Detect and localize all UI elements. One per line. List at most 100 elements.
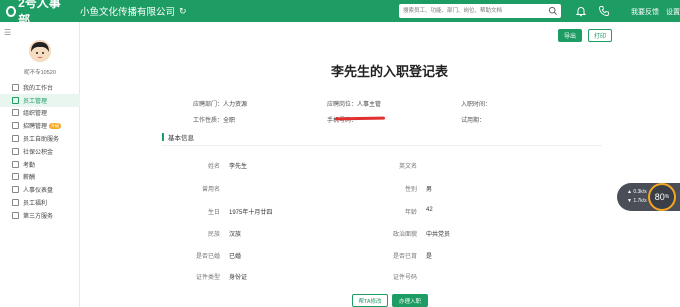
section-basic-info: 基本信息 — [162, 132, 194, 142]
upload-speed: ▲ 0.3k/s — [627, 189, 647, 195]
birthday-value: 1975年十月廿四 — [229, 210, 273, 216]
gender-label: 性别 — [404, 187, 417, 193]
sidebar-item-label: 员工管理 — [23, 98, 48, 105]
probation-info: 试用期： — [461, 115, 485, 124]
position-label: 应聘岗位： — [327, 102, 358, 108]
sidebar-item-dashboard[interactable]: 人事仪表盘 — [0, 183, 80, 196]
sidebar-item-label: 薪酬 — [23, 175, 36, 182]
sidebar-item-label: 社保公积金 — [23, 149, 54, 156]
memory-usage-value: 80 — [654, 192, 665, 202]
download-speed: ▼ 1.7k/s — [627, 198, 647, 204]
position-info: 应聘岗位：人事主管 — [327, 99, 381, 108]
sidebar-item-label: 招聘管理 — [23, 124, 48, 131]
sidebar-item-label: 员工自助服务 — [23, 137, 60, 144]
work-nature-label: 工作性质： — [193, 118, 224, 124]
id-type-label: 证件类型 — [195, 275, 220, 281]
search-input[interactable] — [403, 5, 543, 17]
sidebar-item-benefits[interactable]: 员工福利 — [0, 196, 80, 209]
switch-company-icon[interactable]: ↻ — [179, 6, 187, 17]
network-speed-widget[interactable]: ▲ 0.3k/s ▼ 1.7k/s 80% — [617, 183, 680, 211]
age-label: 年龄 — [404, 210, 417, 216]
sidebar-item-organization[interactable]: 组织管理 — [0, 107, 80, 120]
sidebar-item-third-party[interactable]: 第三方服务 — [0, 209, 80, 222]
sidebar-item-self-service[interactable]: 员工自助服务 — [0, 132, 80, 145]
recruitment-icon — [12, 122, 19, 130]
sidebar-item-label: 员工福利 — [23, 201, 48, 208]
sidebar-item-workbench[interactable]: 我的工作台 — [0, 81, 80, 94]
political-status-value: 中共党员 — [426, 232, 451, 238]
sidebar-menu: 我的工作台 员工管理 组织管理 招聘管理 升级 员工自助服务 社保公积金 考勤 — [0, 81, 80, 222]
children-value: 是 — [426, 254, 433, 260]
sidebar-item-social-security[interactable]: 社保公积金 — [0, 145, 80, 158]
organization-icon — [12, 109, 19, 117]
sidebar-item-attendance[interactable]: 考勤 — [0, 158, 80, 171]
married-value: 已婚 — [229, 254, 242, 260]
logo-mark-icon — [6, 5, 17, 17]
id-number-label: 证件号码 — [392, 275, 417, 281]
entry-time-info: 入职时间： — [461, 99, 491, 108]
id-type-value: 身份证 — [229, 275, 248, 281]
sidebar-item-label: 考勤 — [23, 162, 36, 169]
memory-usage-ring: 80% — [648, 183, 676, 211]
work-nature-info: 工作性质：全职 — [193, 115, 235, 124]
sidebar-item-label: 组织管理 — [23, 111, 48, 118]
birthday-label: 生日 — [207, 210, 220, 216]
political-status-label: 政治面貌 — [392, 232, 417, 238]
upgrade-badge: 升级 — [49, 122, 62, 129]
attendance-icon — [12, 160, 19, 168]
download-speed-unit: k/s — [640, 198, 647, 204]
sidebar: ☰ 昵不专10520 我的工作台 员工管理 组织管理 招聘管理 升级 员工自助服… — [0, 22, 80, 307]
avatar-face-icon — [29, 40, 51, 62]
english-name-label: 英文名 — [398, 164, 417, 170]
search-icon[interactable] — [548, 6, 558, 16]
children-label: 是否已育 — [392, 254, 417, 260]
percent-sign: % — [664, 194, 670, 200]
dashboard-icon — [12, 186, 19, 194]
redaction-mark — [334, 116, 386, 121]
ethnicity-label: 民族 — [207, 232, 220, 238]
name-label: 姓名 — [207, 164, 220, 170]
sidebar-item-label: 我的工作台 — [23, 85, 54, 92]
avatar[interactable] — [29, 40, 51, 62]
ethnicity-value: 汉族 — [229, 232, 242, 238]
phone-icon[interactable] — [598, 5, 610, 17]
search-box[interactable] — [399, 4, 561, 18]
export-button[interactable]: 导出 — [558, 29, 582, 42]
employees-icon — [12, 96, 19, 104]
sidebar-item-label: 第三方服务 — [23, 213, 54, 220]
upload-speed-unit: k/s — [640, 189, 647, 195]
dept-label: 应聘部门： — [193, 102, 224, 108]
sidebar-item-recruitment[interactable]: 招聘管理 升级 — [0, 119, 80, 132]
settings-link[interactable]: 设置 — [666, 7, 680, 17]
dept-value: 人力资源 — [223, 102, 248, 108]
workbench-icon — [12, 83, 19, 91]
main-content: 导出 打印 李先生的入职登记表 应聘部门：人力资源 应聘岗位：人事主管 入职时间… — [81, 22, 680, 307]
bell-icon[interactable] — [575, 5, 587, 17]
payroll-icon — [12, 173, 19, 181]
work-nature-value: 全职 — [223, 118, 236, 124]
married-label: 是否已婚 — [195, 254, 220, 260]
dept-info: 应聘部门：人力资源 — [193, 99, 247, 108]
sidebar-item-payroll[interactable]: 薪酬 — [0, 171, 80, 184]
sidebar-item-label: 人事仪表盘 — [23, 188, 54, 195]
print-button[interactable]: 打印 — [588, 29, 612, 42]
company-name[interactable]: 小鱼文化传播有限公司 — [80, 4, 175, 18]
section-divider — [162, 145, 602, 146]
username: 昵不专10520 — [24, 70, 56, 76]
former-name-label: 曾用名 — [201, 187, 220, 193]
section-title: 基本信息 — [168, 135, 194, 142]
collapse-menu-icon[interactable]: ☰ — [4, 28, 11, 37]
probation-label: 试用期： — [461, 118, 486, 124]
age-value: 42 — [426, 207, 433, 213]
entry-time-label: 入职时间： — [461, 102, 492, 108]
help-edit-button[interactable]: 帮TA修改 — [352, 294, 388, 307]
sidebar-item-employees[interactable]: 员工管理 — [0, 93, 80, 107]
self-service-icon — [12, 135, 19, 143]
name-value: 李先生 — [229, 164, 248, 170]
social-security-icon — [12, 147, 19, 155]
confirm-onboard-button[interactable]: 办理入职 — [392, 294, 428, 307]
feedback-link[interactable]: 我要反馈 — [631, 7, 659, 17]
benefits-icon — [12, 199, 19, 207]
top-bar: 2号人事部 小鱼文化传播有限公司 ↻ 我要反馈 设置 — [0, 0, 680, 27]
third-party-icon — [12, 211, 19, 219]
